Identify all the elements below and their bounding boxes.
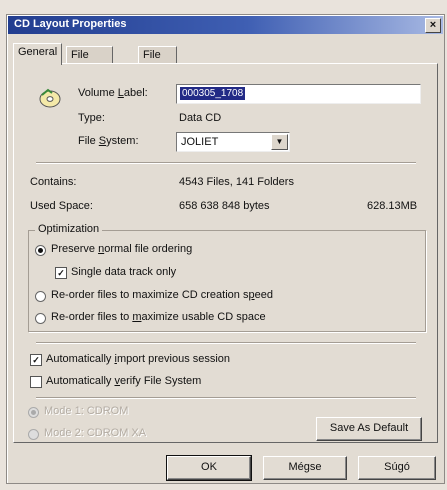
file-system-select[interactable]: JOLIET ▼ bbox=[176, 132, 290, 152]
cd-icon bbox=[39, 88, 61, 108]
ok-button[interactable]: OK bbox=[166, 455, 252, 481]
auto-import-label[interactable]: Automatically import previous session bbox=[46, 353, 230, 365]
mode1-radio bbox=[28, 407, 39, 418]
volume-label-value: 000305_1708 bbox=[180, 87, 246, 100]
optimization-title: Optimization bbox=[35, 223, 103, 235]
cd-layout-properties-dialog: CD Layout Properties × General File Syst… bbox=[6, 14, 445, 484]
file-system-value: JOLIET bbox=[181, 136, 219, 148]
help-button[interactable]: Súgó bbox=[358, 456, 436, 480]
reorder-speed-radio[interactable] bbox=[35, 291, 46, 302]
reorder-speed-label[interactable]: Re-order files to maximize CD creation s… bbox=[51, 289, 273, 301]
save-as-default-button[interactable]: Save As Default bbox=[316, 417, 422, 441]
divider bbox=[36, 397, 416, 399]
used-space-caption: Used Space: bbox=[30, 200, 93, 212]
cancel-button[interactable]: Mégse bbox=[263, 456, 347, 480]
dialog-title: CD Layout Properties bbox=[14, 18, 127, 30]
general-panel: Volume Label: 000305_1708 Type: Data CD … bbox=[13, 63, 438, 443]
tab-file-types[interactable]: File Types bbox=[138, 46, 178, 77]
reorder-space-radio[interactable] bbox=[35, 313, 46, 324]
preserve-ordering-radio[interactable] bbox=[35, 245, 46, 256]
tab-general[interactable]: General bbox=[13, 43, 63, 65]
auto-import-checkbox[interactable]: ✓ bbox=[30, 354, 42, 366]
tab-file-system[interactable]: File System bbox=[66, 46, 113, 77]
mode2-radio bbox=[28, 429, 39, 440]
contains-value: 4543 Files, 141 Folders bbox=[179, 176, 294, 188]
preserve-ordering-label[interactable]: Preserve normal file ordering bbox=[51, 243, 192, 255]
single-track-checkbox[interactable]: ✓ bbox=[55, 267, 67, 279]
volume-label-input[interactable]: 000305_1708 bbox=[176, 84, 421, 104]
used-space-bytes: 658 638 848 bytes bbox=[179, 200, 270, 212]
used-space-mb: 628.13MB bbox=[367, 200, 418, 212]
title-bar[interactable]: CD Layout Properties × bbox=[8, 16, 443, 34]
chevron-down-icon[interactable]: ▼ bbox=[271, 134, 288, 150]
type-value: Data CD bbox=[179, 112, 222, 124]
mode1-label: Mode 1: CDROM bbox=[44, 405, 129, 417]
file-system-caption: File System: bbox=[78, 135, 139, 147]
divider bbox=[36, 342, 416, 344]
close-button[interactable]: × bbox=[425, 18, 441, 33]
auto-verify-checkbox[interactable] bbox=[30, 376, 42, 388]
volume-label-caption: Volume Label: bbox=[78, 87, 148, 99]
auto-verify-label[interactable]: Automatically verify File System bbox=[46, 375, 201, 387]
contains-caption: Contains: bbox=[30, 176, 77, 188]
divider bbox=[36, 162, 416, 164]
single-track-label[interactable]: Single data track only bbox=[71, 266, 176, 278]
optimization-group: Optimization Preserve normal file orderi… bbox=[28, 223, 426, 332]
type-caption: Type: bbox=[78, 112, 105, 124]
mode2-label: Mode 2: CDROM XA bbox=[44, 427, 147, 439]
reorder-space-label[interactable]: Re-order files to maximize usable CD spa… bbox=[51, 311, 266, 323]
